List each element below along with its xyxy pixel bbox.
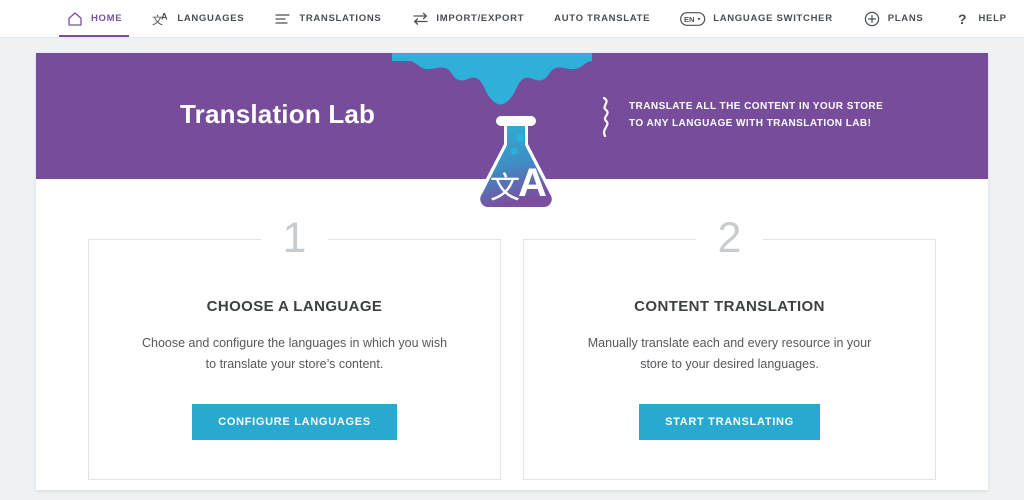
start-translating-button[interactable]: START TRANSLATING — [639, 404, 820, 440]
squiggle-divider-icon — [599, 96, 615, 143]
step-card-content-translation: 2 CONTENT TRANSLATION Manually translate… — [523, 207, 936, 480]
flask-cjk-glyph: 文 — [490, 171, 520, 206]
nav-item-languages[interactable]: 文 A LANGUAGES — [152, 0, 258, 37]
svg-text:A: A — [161, 11, 168, 21]
step-description: Manually translate each and every resour… — [587, 336, 872, 371]
nav-label-plans: PLANS — [887, 13, 924, 24]
nav-item-home[interactable]: HOME — [58, 0, 136, 37]
step-card-choose-language: 1 CHOOSE A LANGUAGE Choose and configure… — [88, 207, 501, 480]
nav-label-auto-translate: AUTO TRANSLATE — [554, 13, 651, 24]
home-icon — [66, 10, 84, 28]
configure-languages-button[interactable]: CONFIGURE LANGUAGES — [192, 404, 397, 440]
nav-item-auto-translate[interactable]: AUTO TRANSLATE — [554, 0, 664, 37]
nav-item-plans[interactable]: PLANS — [863, 0, 938, 37]
exchange-arrows-icon — [411, 10, 429, 28]
nav-label-languages: LANGUAGES — [177, 13, 245, 24]
nav-label-home: HOME — [91, 13, 123, 24]
banner-tagline: TRANSLATE ALL THE CONTENT IN YOUR STORE … — [629, 98, 883, 132]
svg-text:?: ? — [958, 11, 967, 27]
nav-label-translations: TRANSLATIONS — [299, 13, 382, 24]
flask-logo-icon: 文 A — [464, 86, 568, 223]
step-title: CHOOSE A LANGUAGE — [206, 298, 383, 315]
tagline-line-2: TO ANY LANGUAGE WITH TRANSLATION LAB! — [629, 118, 872, 129]
page-title: Translation Lab — [180, 99, 376, 129]
step-description: Choose and configure the languages in wh… — [141, 336, 448, 371]
main-panel: Translation Lab TRANSLATE ALL THE CONTEN… — [36, 53, 988, 490]
nav-item-help[interactable]: ? HELP — [953, 0, 1020, 37]
step-number: 1 — [260, 207, 329, 269]
steps-card-row: 1 CHOOSE A LANGUAGE Choose and configure… — [36, 179, 988, 480]
question-mark-icon: ? — [953, 10, 971, 28]
nav-item-language-switcher[interactable]: EN LANGUAGE SWITCHER — [680, 0, 847, 37]
translate-icon: 文 A — [152, 10, 170, 28]
nav-label-help: HELP — [978, 13, 1007, 24]
nav-item-translations[interactable]: TRANSLATIONS — [274, 0, 395, 37]
plus-circle-icon — [863, 10, 881, 28]
nav-item-import-export[interactable]: IMPORT/EXPORT — [411, 0, 538, 37]
tagline-line-1: TRANSLATE ALL THE CONTENT IN YOUR STORE — [629, 101, 884, 112]
flask-latin-glyph: A — [518, 161, 547, 205]
step-number: 2 — [695, 207, 764, 269]
top-navigation-bar: HOME 文 A LANGUAGES TRANSLATIONS IMPORT/E… — [0, 0, 1024, 38]
step-title: CONTENT TRANSLATION — [634, 298, 825, 315]
en-dropdown-badge-icon: EN — [680, 10, 706, 28]
list-lines-icon — [274, 10, 292, 28]
nav-label-import-export: IMPORT/EXPORT — [436, 13, 525, 24]
svg-text:EN: EN — [684, 15, 694, 24]
nav-label-language-switcher: LANGUAGE SWITCHER — [713, 13, 833, 24]
